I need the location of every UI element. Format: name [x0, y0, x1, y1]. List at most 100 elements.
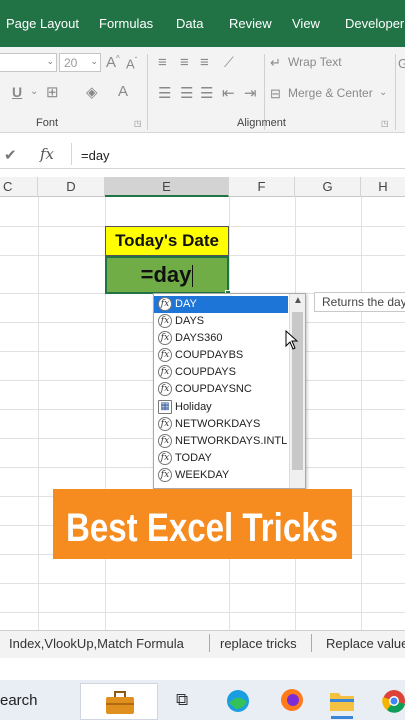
file-explorer-icon[interactable]: [329, 689, 355, 713]
cell-formula-text: =day: [140, 262, 192, 287]
dialog-launcher-icon[interactable]: ◳: [381, 119, 389, 128]
briefcase-icon: [106, 691, 134, 714]
grow-font-icon[interactable]: A^: [106, 54, 120, 71]
gridline: [38, 197, 39, 630]
font-size-field[interactable]: 20 ⌄: [59, 53, 101, 72]
autocomplete-item[interactable]: fx NETWORKDAYS: [154, 416, 288, 433]
function-icon: fx: [158, 451, 172, 465]
align-right-icon[interactable]: ☰: [200, 84, 213, 102]
merge-center-button[interactable]: Merge & Center: [288, 86, 373, 100]
autocomplete-item[interactable]: fx COUPDAYSNC: [154, 381, 288, 398]
column-header-row: C D E F G H: [0, 177, 405, 197]
sheet-tab-replace-tricks[interactable]: replace tricks: [220, 636, 297, 651]
autocomplete-item[interactable]: fx TODAY: [154, 450, 288, 467]
column-header-g[interactable]: G: [295, 177, 361, 197]
autocomplete-item[interactable]: fx COUPDAYS: [154, 364, 288, 381]
sheet-tab-replace-value[interactable]: Replace value: [326, 636, 405, 651]
tab-page-layout[interactable]: Page Layout: [6, 16, 79, 31]
function-icon: fx: [158, 331, 172, 345]
chevron-down-icon[interactable]: ⌄: [30, 86, 38, 97]
merge-icon: ⊟: [270, 86, 281, 101]
autocomplete-item[interactable]: ▦ Holiday: [154, 399, 288, 416]
function-icon: fx: [158, 365, 172, 379]
tab-formulas[interactable]: Formulas: [99, 16, 153, 31]
increase-indent-icon[interactable]: ⇥: [244, 84, 257, 102]
tab-developer[interactable]: Developer: [345, 16, 404, 31]
tab-view[interactable]: View: [292, 16, 320, 31]
active-app-indicator: [331, 716, 353, 719]
function-autocomplete-list[interactable]: fx DAY fx DAYS fx DAYS360 fx COUPDAYBS fx COU…: [153, 293, 306, 489]
column-header-f[interactable]: F: [229, 177, 295, 197]
autocomplete-item[interactable]: fx DAYS: [154, 313, 288, 330]
autocomplete-item-selected[interactable]: fx DAY: [154, 296, 288, 313]
gridline: [0, 583, 405, 584]
active-cell-editor[interactable]: =day: [105, 256, 229, 294]
date-header-cell[interactable]: Today's Date: [105, 226, 229, 256]
formula-bar: [0, 140, 405, 169]
function-icon: fx: [158, 382, 172, 396]
function-icon: fx: [158, 434, 172, 448]
column-header-d[interactable]: D: [38, 177, 105, 197]
tab-review[interactable]: Review: [229, 16, 272, 31]
firefox-browser-icon[interactable]: [279, 687, 305, 713]
function-tooltip: Returns the day: [314, 292, 405, 312]
chevron-down-icon[interactable]: ⌄: [379, 87, 387, 98]
taskbar-search-box[interactable]: earch: [0, 692, 38, 709]
title-banner: Best Excel Tricks: [53, 489, 352, 559]
orientation-icon[interactable]: ⟋: [224, 54, 234, 71]
alignment-group-label: Alignment: [237, 117, 286, 129]
chrome-browser-icon[interactable]: [381, 688, 405, 714]
sheet-tab-index-vlookup[interactable]: Index,VlookUp,Match Formula: [9, 636, 184, 651]
formula-input[interactable]: =day: [81, 148, 110, 163]
number-format-icon[interactable]: G: [398, 56, 405, 71]
column-header-e[interactable]: E: [105, 177, 229, 197]
function-icon: fx: [158, 314, 172, 328]
dialog-launcher-icon[interactable]: ◳: [134, 119, 142, 128]
banner-text-graphic: Best Excel Tricks: [66, 506, 338, 550]
autocomplete-item[interactable]: fx DAYS360: [154, 330, 288, 347]
decrease-indent-icon[interactable]: ⇤: [222, 84, 235, 102]
taskbar-app-highlight[interactable]: [80, 683, 158, 720]
shrink-font-icon[interactable]: Aˇ: [126, 56, 137, 71]
gridline: [0, 612, 405, 613]
text-cursor: [192, 265, 194, 288]
dropdown-scrollbar[interactable]: ▲: [289, 294, 305, 488]
function-icon: fx: [158, 417, 172, 431]
underline-icon[interactable]: U: [12, 84, 22, 100]
align-middle-icon[interactable]: ≡: [180, 54, 189, 71]
task-view-icon[interactable]: ⧉: [176, 690, 188, 710]
align-top-icon[interactable]: ≡: [158, 54, 167, 71]
edge-browser-icon[interactable]: [225, 688, 251, 714]
gridline: [361, 197, 362, 630]
enter-check-icon[interactable]: ✔: [4, 146, 17, 164]
font-color-icon[interactable]: A: [118, 83, 128, 100]
column-header-h[interactable]: H: [361, 177, 405, 197]
scroll-up-arrow-icon[interactable]: ▲: [293, 295, 303, 306]
chevron-down-icon: ⌄: [46, 56, 54, 66]
ribbon-tab-bar: Page Layout Formulas Data Review View De…: [0, 0, 405, 47]
tab-separator: [311, 634, 312, 652]
excel-window: Page Layout Formulas Data Review View De…: [0, 0, 405, 720]
tab-separator: [209, 634, 210, 652]
wrap-text-button[interactable]: Wrap Text: [288, 55, 342, 69]
function-icon: fx: [158, 348, 172, 362]
group-divider: [395, 54, 396, 130]
function-icon: fx: [158, 468, 172, 482]
borders-icon[interactable]: ⊞: [46, 83, 59, 101]
font-name-field[interactable]: ⌄: [0, 53, 57, 72]
tab-data[interactable]: Data: [176, 16, 203, 31]
chevron-down-icon: ⌄: [90, 56, 98, 66]
fill-color-icon[interactable]: ◈: [86, 83, 98, 101]
autocomplete-item[interactable]: fx NETWORKDAYS.INTL: [154, 433, 288, 450]
column-header-c[interactable]: C: [0, 177, 38, 197]
align-bottom-icon[interactable]: ≡: [200, 54, 209, 71]
align-left-icon[interactable]: ☰: [158, 84, 171, 102]
align-center-icon[interactable]: ☰: [180, 84, 193, 102]
autocomplete-item[interactable]: fx COUPDAYBS: [154, 347, 288, 364]
banner-text: Best Excel Tricks: [66, 506, 338, 550]
table-icon: ▦: [158, 400, 172, 414]
autocomplete-item[interactable]: fx WEEKDAY: [154, 467, 288, 484]
font-group-label: Font: [36, 117, 59, 129]
formula-divider: [71, 143, 72, 165]
insert-function-icon[interactable]: fx: [40, 145, 54, 163]
